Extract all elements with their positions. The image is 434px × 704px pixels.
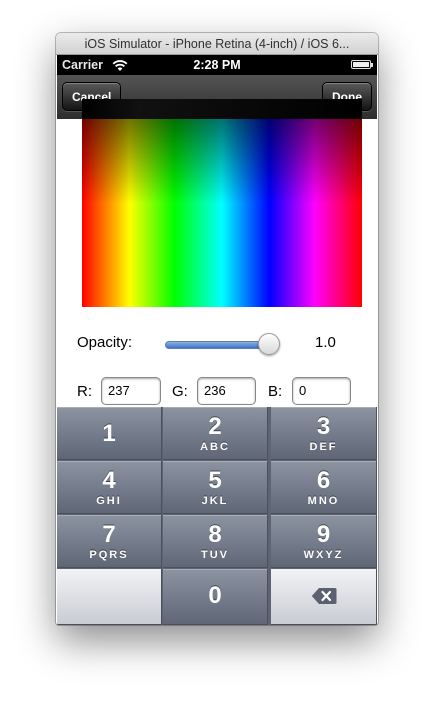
key-digit: 6 (316, 467, 331, 494)
key-blank (57, 569, 162, 625)
key-letters: JKL (201, 495, 229, 507)
key-digit: 9 (316, 521, 331, 548)
key-4[interactable]: 4 GHI (57, 461, 162, 514)
key-letters: TUV (201, 549, 229, 561)
key-digit: 8 (208, 521, 222, 548)
color-spectrum-picker[interactable] (82, 119, 362, 307)
green-label: G: (172, 383, 188, 400)
key-letters: MNO (307, 495, 340, 507)
key-digit: 3 (316, 413, 331, 440)
status-bar: Carrier 2:28 PM (57, 55, 377, 75)
key-digit: 0 (208, 582, 222, 609)
window-title: iOS Simulator - iPhone Retina (4-inch) /… (56, 33, 378, 55)
key-digit: 4 (102, 467, 116, 494)
key-letters: PQRS (89, 549, 129, 561)
key-digit: 1 (102, 420, 116, 447)
red-label: R: (77, 383, 92, 400)
delete-backspace-icon (311, 587, 337, 610)
simulator-window: iOS Simulator - iPhone Retina (4-inch) /… (56, 33, 378, 625)
red-field[interactable]: 237 (101, 377, 161, 405)
key-2[interactable]: 2 ABC (163, 407, 268, 460)
key-letters: GHI (96, 495, 122, 507)
battery-icon (351, 60, 373, 69)
key-digit: 7 (102, 521, 116, 548)
key-6[interactable]: 6 MNO (271, 461, 377, 514)
opacity-value: 1.0 (315, 334, 336, 351)
key-8[interactable]: 8 TUV (163, 515, 268, 568)
status-time: 2:28 PM (193, 58, 241, 72)
numeric-keypad: 1 2 ABC 3 DEF 4 GHI 5 JKL 6 MNO 7 PQRS 8… (57, 407, 377, 625)
blue-label: B: (268, 383, 283, 400)
key-0[interactable]: 0 (163, 569, 268, 625)
key-9[interactable]: 9 WXYZ (271, 515, 377, 568)
key-1[interactable]: 1 (57, 407, 162, 460)
key-3[interactable]: 3 DEF (271, 407, 377, 460)
key-letters: ABC (200, 441, 230, 453)
blue-field[interactable]: 0 (292, 377, 351, 405)
opacity-label: Opacity: (77, 334, 133, 351)
key-letters: DEF (309, 441, 338, 453)
green-field[interactable]: 236 (197, 377, 256, 405)
key-7[interactable]: 7 PQRS (57, 515, 162, 568)
spectrum-top-shade (82, 99, 362, 119)
key-digit: 5 (208, 467, 222, 494)
key-digit: 2 (208, 413, 222, 440)
device-screen: Carrier 2:28 PM Cancel Done Opacity: 1.0… (57, 55, 377, 625)
key-5[interactable]: 5 JKL (163, 461, 268, 514)
key-letters: WXYZ (303, 549, 344, 561)
delete-key[interactable] (271, 569, 377, 625)
opacity-slider-thumb[interactable] (258, 333, 280, 355)
